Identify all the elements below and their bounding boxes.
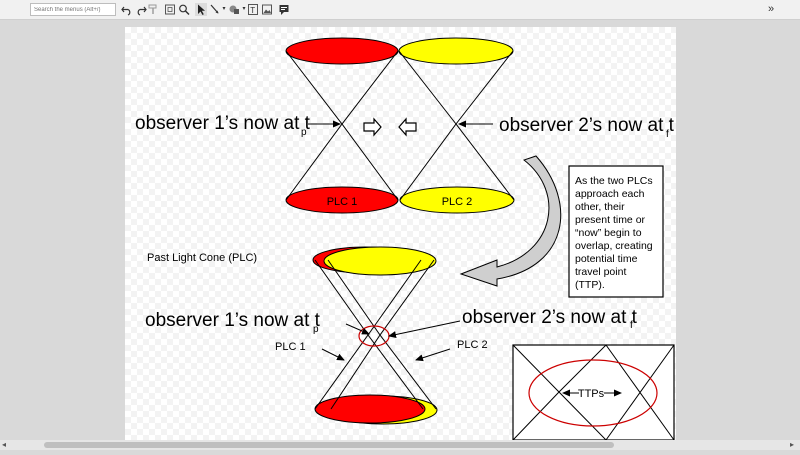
ttps-label: TTPs — [578, 388, 605, 400]
cone2-top-ellipse[interactable] — [398, 37, 514, 65]
curved-transition-arrow — [459, 155, 562, 287]
comment-icon[interactable] — [278, 3, 290, 16]
plc1-bottom-arrow — [321, 348, 345, 361]
undo-icon[interactable] — [121, 3, 133, 16]
horizontal-scrollbar[interactable]: ◂ ▸ — [0, 440, 800, 450]
obs1-bottom-sub: p — [313, 324, 319, 335]
line-tool-dropdown-icon[interactable]: ▾ — [221, 3, 227, 16]
obs1-bottom-label: observer 1’s now at t — [145, 310, 321, 331]
redo-icon[interactable] — [135, 3, 147, 16]
obs1-top-sub: p — [301, 127, 307, 138]
zoom-icon[interactable] — [178, 3, 190, 16]
obs2-bottom-sub: f — [630, 320, 633, 331]
obs2-top-label: observer 2’s now at t — [499, 115, 675, 136]
image-icon[interactable] — [261, 3, 273, 16]
left-block-arrow — [398, 117, 417, 137]
obs1-bottom-arrow — [345, 323, 370, 335]
bottom-cone1-lines — [314, 259, 424, 410]
fit-page-icon[interactable] — [164, 3, 176, 16]
select-pointer-icon[interactable] — [195, 3, 207, 16]
paint-format-icon[interactable] — [148, 3, 158, 16]
obs1-top-label: observer 1’s now at t — [135, 113, 311, 134]
drawing-canvas[interactable]: observer 1’s now at t p observer 2’s now… — [125, 27, 676, 450]
line-tool-icon[interactable] — [209, 3, 221, 16]
cone1-top-ellipse[interactable] — [285, 37, 399, 65]
bottom-cone2-lines — [327, 259, 437, 410]
text-box-icon[interactable]: T — [247, 3, 259, 16]
shape-tool-icon[interactable] — [228, 3, 241, 16]
plc1-top-label: PLC 1 — [327, 196, 358, 208]
diagram: observer 1’s now at t p observer 2’s now… — [135, 37, 675, 441]
scroll-left-icon[interactable]: ◂ — [2, 440, 6, 450]
obs2-bottom-label: observer 2’s now at t — [462, 307, 638, 328]
scroll-right-icon[interactable]: ▸ — [790, 440, 794, 450]
note-box: As the two PLCs approach each other, the… — [568, 165, 664, 298]
ttp-inset: TTPs — [512, 344, 675, 441]
bottom-yellow-top-ellipse[interactable] — [323, 246, 437, 276]
obs2-top-sub: f — [666, 129, 669, 140]
plc-caption: Past Light Cone (PLC) — [147, 252, 257, 264]
plc2-bottom-arrow — [415, 348, 451, 362]
expand-toolbar-icon[interactable]: » — [765, 3, 777, 16]
toolbar: ▾ ▾ T » — [0, 0, 800, 20]
plc2-bottom-label: PLC 2 — [457, 339, 488, 351]
obs2-bottom-arrow — [388, 320, 461, 338]
plc2-top-label: PLC 2 — [442, 196, 473, 208]
scrollbar-thumb[interactable] — [44, 442, 614, 448]
menu-search-input[interactable] — [30, 3, 116, 16]
right-block-arrow — [363, 117, 382, 137]
plc1-bottom-label: PLC 1 — [275, 341, 306, 353]
svg-text:T: T — [250, 6, 255, 15]
